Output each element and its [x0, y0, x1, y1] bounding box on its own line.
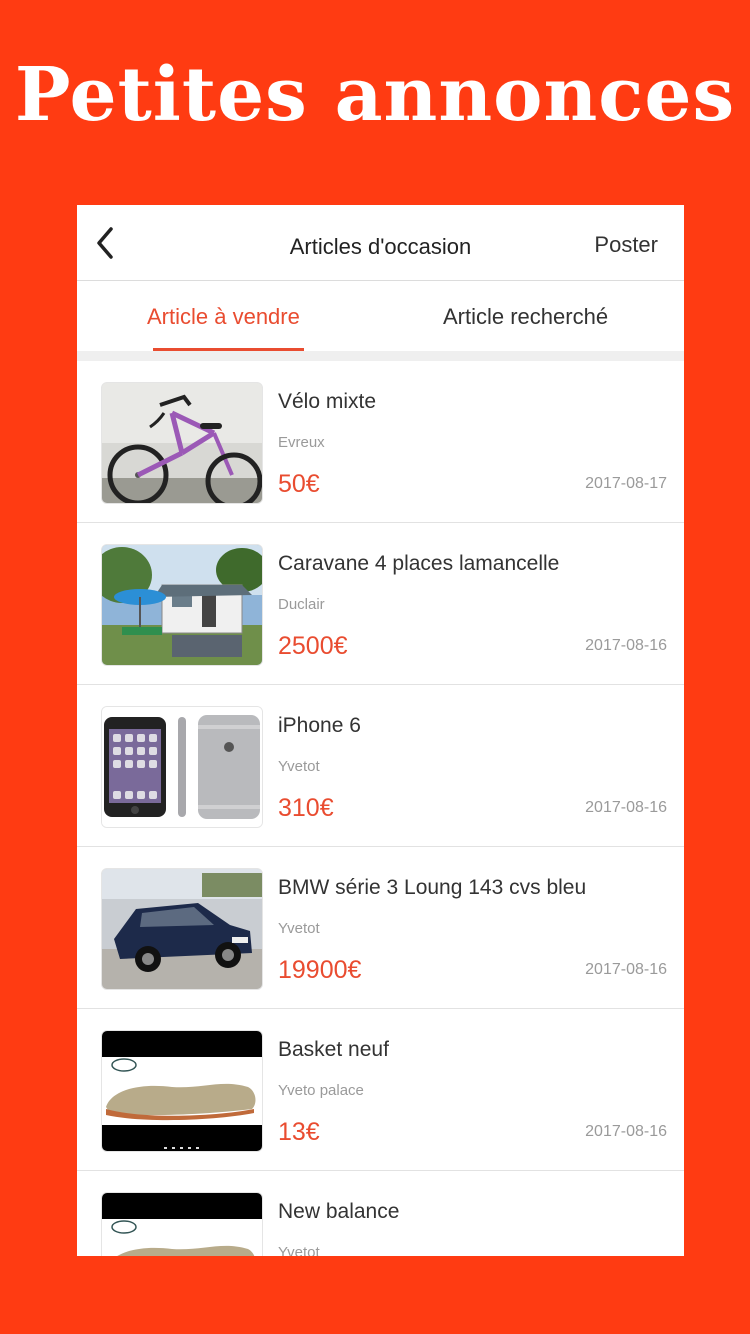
list-item[interactable]: BMW série 3 Loung 143 cvs bleu Yvetot 19…: [77, 847, 684, 1009]
item-price: 50€: [278, 470, 320, 498]
item-date: 2017-08-16: [585, 1123, 667, 1140]
item-title: New balance: [278, 1200, 400, 1223]
list-item[interactable]: Caravane 4 places lamancelle Duclair 250…: [77, 523, 684, 685]
item-location: Yvetot: [278, 1244, 320, 1256]
tab-bar: Article à vendre Article recherché: [77, 281, 684, 351]
item-date: 2017-08-16: [585, 637, 667, 654]
item-location: Yvetot: [278, 920, 320, 937]
banner-title: Petites annonces: [14, 52, 736, 138]
post-button[interactable]: Poster: [594, 232, 658, 258]
item-date: 2017-08-16: [585, 799, 667, 816]
item-title: BMW série 3 Loung 143 cvs bleu: [278, 876, 587, 899]
item-location: Yveto palace: [278, 1082, 364, 1099]
item-price: 19900€: [278, 956, 362, 984]
item-title: iPhone 6: [278, 714, 361, 737]
section-divider: [77, 351, 684, 361]
caravan-photo: [101, 544, 263, 666]
item-price: 310€: [278, 794, 334, 822]
item-date: 2017-08-16: [585, 961, 667, 978]
item-location: Yvetot: [278, 758, 320, 775]
shoe-photo: [101, 1030, 263, 1152]
app-screen: Articles d'occasion Poster Article à ven…: [77, 205, 684, 1256]
list-item[interactable]: Vélo mixte Evreux 50€ 2017-08-17: [77, 361, 684, 523]
item-date: 2017-08-17: [585, 475, 667, 492]
bicycle-photo: [101, 382, 263, 504]
page-title: Articles d'occasion: [289, 234, 472, 259]
item-title: Basket neuf: [278, 1038, 389, 1061]
listing-list: Vélo mixte Evreux 50€ 2017-08-17 Caravan…: [77, 361, 684, 1256]
list-item[interactable]: iPhone 6 Yvetot 310€ 2017-08-16: [77, 685, 684, 847]
tab-for-sale[interactable]: Article à vendre: [147, 304, 300, 330]
car-photo: [101, 868, 263, 990]
navigation-bar: Articles d'occasion Poster: [77, 205, 684, 281]
item-location: Evreux: [278, 434, 325, 451]
tab-wanted[interactable]: Article recherché: [443, 304, 608, 330]
active-tab-indicator: [153, 348, 304, 351]
shoe-photo: [101, 1192, 263, 1256]
item-price: 13€: [278, 1118, 320, 1146]
item-title: Vélo mixte: [278, 390, 377, 413]
item-price: 2500€: [278, 632, 348, 660]
item-location: Duclair: [278, 596, 325, 613]
iphone-photo: [101, 706, 263, 828]
item-title: Caravane 4 places lamancelle: [278, 552, 560, 575]
list-item[interactable]: New balance Yvetot: [77, 1171, 684, 1256]
list-item[interactable]: Basket neuf Yveto palace 13€ 2017-08-16: [77, 1009, 684, 1171]
